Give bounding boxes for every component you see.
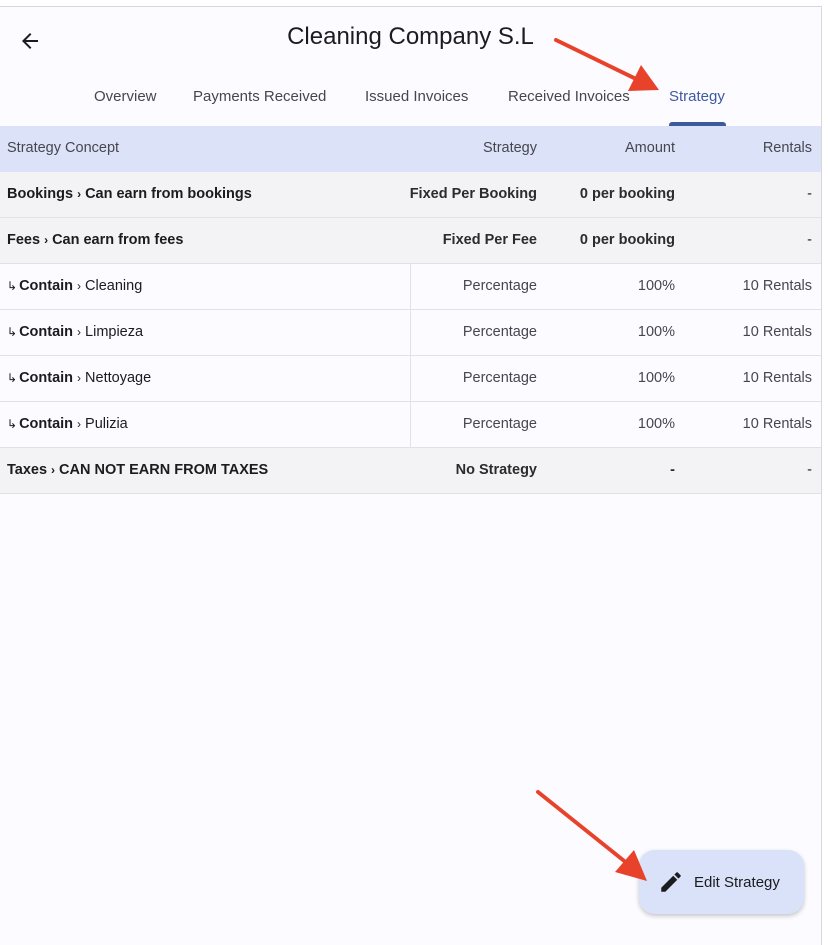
column-header-rentals: Rentals: [762, 140, 812, 156]
amount-cell: 100%: [637, 324, 675, 340]
tab-strategy[interactable]: Strategy: [669, 88, 725, 105]
strategy-cell: No Strategy: [455, 462, 537, 478]
strategy-table: Strategy Concept Strategy Amount Rentals…: [0, 126, 821, 494]
column-divider: [410, 402, 411, 447]
concept-main: Contain: [19, 324, 74, 340]
chevron-separator: ›: [77, 187, 82, 201]
chevron-separator: ›: [77, 325, 82, 339]
concept-cell: Bookings › Can earn from bookings: [7, 186, 252, 202]
concept-main: Bookings: [7, 186, 74, 202]
page-header: Cleaning Company S.L Overview Payments R…: [0, 7, 821, 132]
strategy-cell: Fixed Per Fee: [442, 232, 537, 248]
column-header-strategy: Strategy: [483, 140, 537, 156]
concept-sub: Can earn from fees: [52, 232, 184, 248]
amount-cell: 100%: [637, 370, 675, 386]
concept-main: Contain: [19, 416, 74, 432]
sub-item-arrow-icon: ↳: [7, 325, 18, 339]
app-frame: Cleaning Company S.L Overview Payments R…: [0, 6, 822, 945]
column-divider: [410, 310, 411, 355]
concept-sub: Can earn from bookings: [85, 186, 252, 202]
rentals-cell: 10 Rentals: [742, 324, 812, 340]
table-row[interactable]: Taxes › CAN NOT EARN FROM TAXES No Strateg…: [0, 448, 821, 494]
rentals-cell: 10 Rentals: [742, 416, 812, 432]
pencil-icon: [661, 872, 681, 892]
amount-cell: 100%: [637, 416, 675, 432]
concept-main: Contain: [19, 278, 74, 294]
strategy-cell: Percentage: [462, 416, 537, 432]
tab-payments-received[interactable]: Payments Received: [193, 88, 326, 105]
tab-issued-invoices[interactable]: Issued Invoices: [365, 88, 468, 105]
table-row[interactable]: ↳ Contain › Nettoyage Percentage 100% 10 Re…: [0, 356, 821, 402]
chevron-separator: ›: [77, 371, 82, 385]
concept-sub: Limpieza: [85, 324, 144, 340]
column-header-amount: Amount: [625, 140, 675, 156]
concept-cell: ↳ Contain › Nettoyage: [7, 370, 151, 386]
column-divider: [410, 356, 411, 401]
table-row[interactable]: ↳ Contain › Limpieza Percentage 100% 10 Ren…: [0, 310, 821, 356]
table-row[interactable]: ↳ Contain › Cleaning Percentage 100% 10 Ren…: [0, 264, 821, 310]
strategy-cell: Percentage: [462, 278, 537, 294]
edit-strategy-label: Edit Strategy: [694, 873, 780, 891]
concept-sub: Nettoyage: [85, 370, 152, 386]
concept-main: Contain: [19, 370, 74, 386]
chevron-separator: ›: [44, 233, 49, 247]
column-divider: [410, 264, 411, 309]
tab-received-invoices[interactable]: Received Invoices: [508, 88, 630, 105]
chevron-separator: ›: [51, 463, 56, 477]
strategy-cell: Fixed Per Booking: [409, 186, 537, 202]
table-header-row: Strategy Concept Strategy Amount Rentals: [0, 126, 821, 172]
concept-main: Taxes: [7, 462, 48, 478]
tab-overview[interactable]: Overview: [94, 88, 157, 105]
concept-cell: Taxes › CAN NOT EARN FROM TAXES: [7, 462, 268, 478]
table-row[interactable]: Fees › Can earn from fees Fixed Per Fee 0 …: [0, 218, 821, 264]
concept-main: Fees: [7, 232, 41, 248]
table-row[interactable]: Bookings › Can earn from bookings Fixed Pe…: [0, 172, 821, 218]
rentals-cell: 10 Rentals: [742, 278, 812, 294]
table-row[interactable]: ↳ Contain › Pulizia Percentage 100% 10 Rent…: [0, 402, 821, 448]
rentals-cell: -: [807, 232, 812, 248]
concept-cell: ↳ Contain › Pulizia: [7, 416, 128, 432]
strategy-cell: Percentage: [462, 324, 537, 340]
strategy-cell: Percentage: [462, 370, 537, 386]
concept-sub: CAN NOT EARN FROM TAXES: [59, 462, 269, 478]
amount-cell: 0 per booking: [579, 232, 675, 248]
chevron-separator: ›: [77, 417, 82, 431]
rentals-cell: 10 Rentals: [742, 370, 812, 386]
concept-sub: Cleaning: [85, 278, 143, 294]
rentals-cell: -: [807, 186, 812, 202]
sub-item-arrow-icon: ↳: [7, 417, 18, 431]
column-header-concept: Strategy Concept: [7, 140, 120, 156]
amount-cell: -: [670, 462, 675, 478]
concept-cell: ↳ Contain › Cleaning: [7, 278, 142, 294]
concept-cell: ↳ Contain › Limpieza: [7, 324, 143, 340]
page-title: Cleaning Company S.L: [287, 23, 534, 50]
edit-strategy-button[interactable]: Edit Strategy: [639, 850, 804, 914]
amount-cell: 0 per booking: [579, 186, 675, 202]
chevron-separator: ›: [77, 279, 82, 293]
sub-item-arrow-icon: ↳: [7, 371, 18, 385]
amount-cell: 100%: [637, 278, 675, 294]
sub-item-arrow-icon: ↳: [7, 279, 18, 293]
concept-cell: Fees › Can earn from fees: [7, 232, 183, 248]
rentals-cell: -: [807, 462, 812, 478]
concept-sub: Pulizia: [85, 416, 128, 432]
